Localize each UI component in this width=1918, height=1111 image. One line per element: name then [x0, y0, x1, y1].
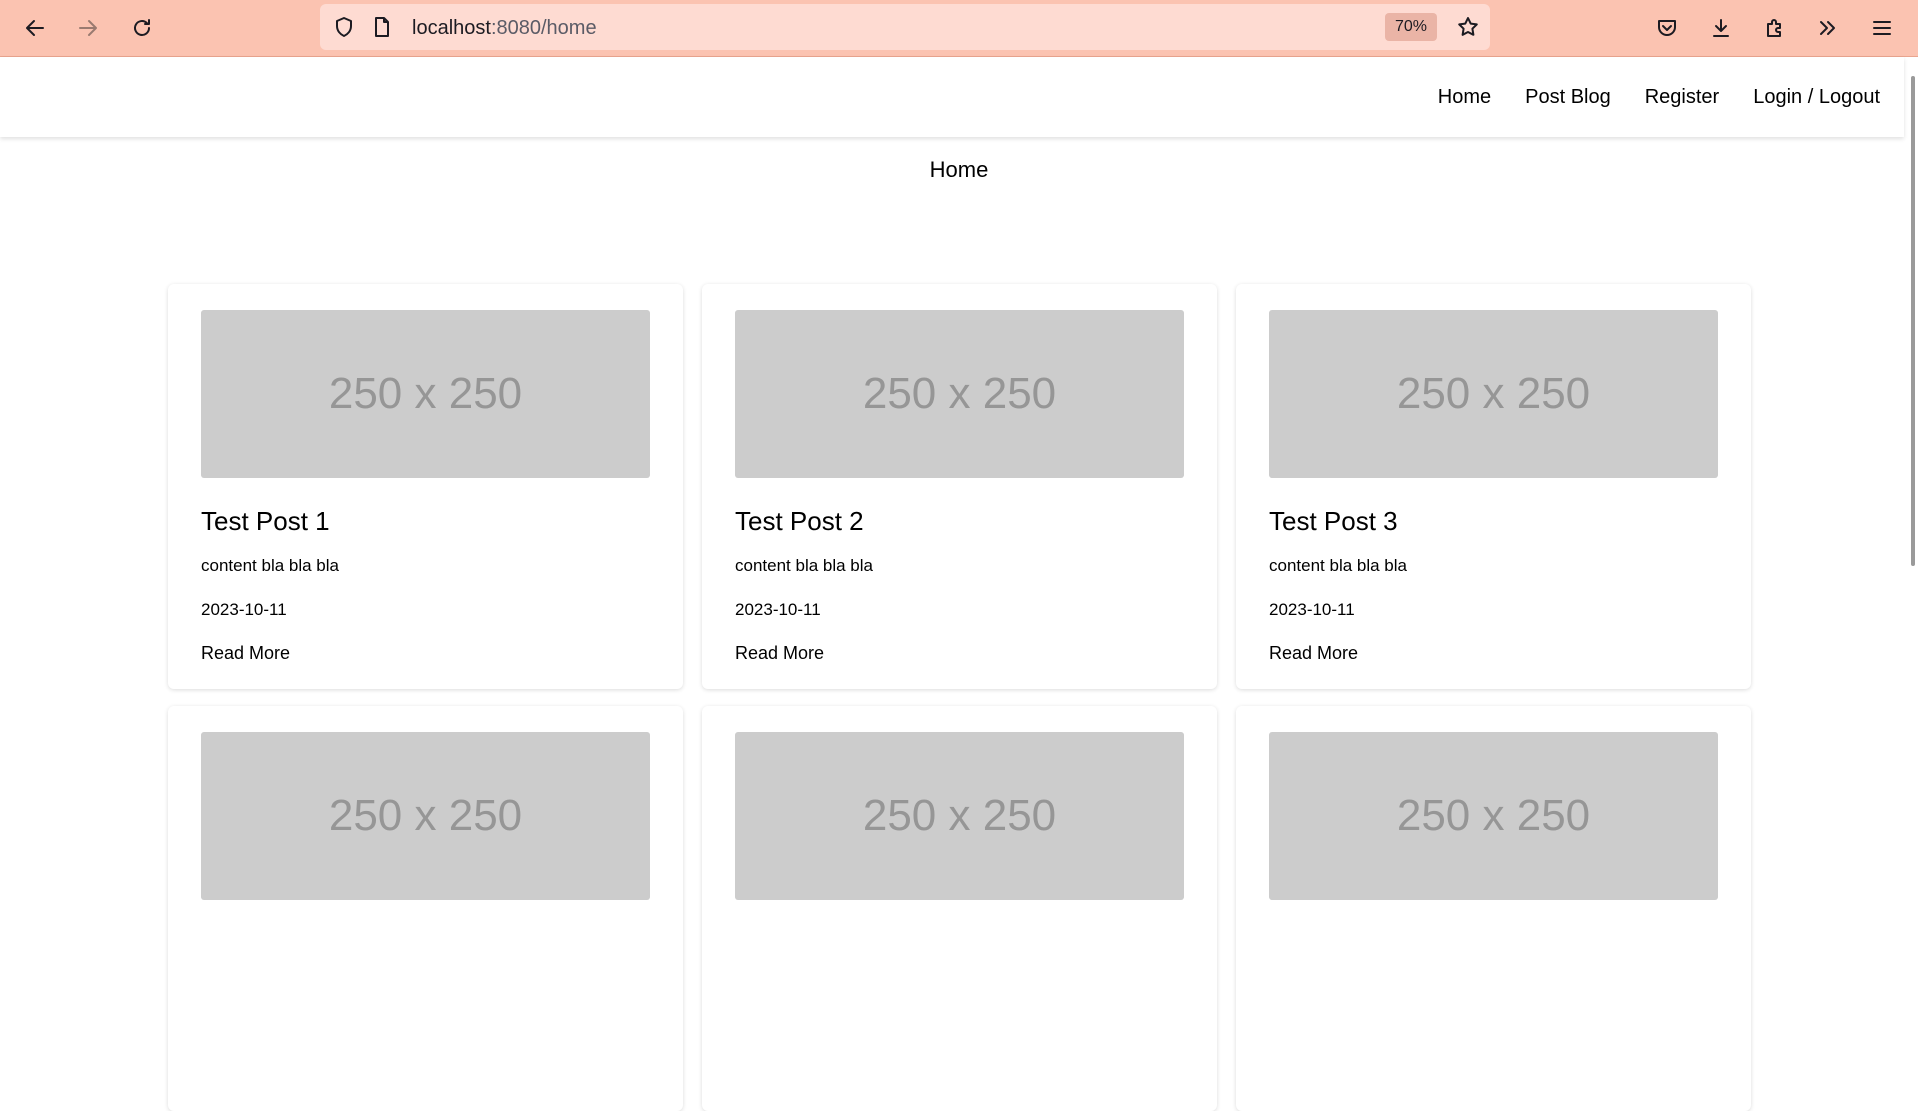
read-more-link[interactable]: Read More — [735, 643, 824, 664]
downloads-button[interactable] — [1703, 10, 1739, 46]
star-icon[interactable] — [1456, 15, 1480, 39]
post-date: 2023-10-11 — [201, 600, 287, 619]
post-card: 250 x 250 — [702, 706, 1217, 1111]
nav-post-blog-link[interactable]: Post Blog — [1525, 86, 1611, 109]
post-card: 250 x 250 — [1236, 706, 1751, 1111]
url-bar[interactable]: localhost:8080/home 70% — [320, 4, 1490, 50]
post-content: content bla bla bla — [201, 556, 339, 575]
extensions-button[interactable] — [1757, 10, 1793, 46]
post-title: Test Post 2 — [735, 506, 864, 536]
nav-register-link[interactable]: Register — [1645, 86, 1719, 109]
posts-grid: 250 x 250 Test Post 1 content bla bla bl… — [168, 284, 1751, 1111]
nav-home-link[interactable]: Home — [1438, 86, 1491, 109]
post-image-placeholder: 250 x 250 — [735, 310, 1184, 478]
post-image-placeholder: 250 x 250 — [1269, 310, 1718, 478]
download-icon — [1713, 19, 1729, 37]
post-card: 250 x 250 Test Post 1 content bla bla bl… — [168, 284, 683, 689]
nav-links: Home Post Blog Register Login / Logout — [1438, 57, 1880, 137]
hamburger-icon — [1873, 21, 1891, 35]
arrow-right-icon — [79, 20, 97, 36]
browser-toolbar: localhost:8080/home 70% — [0, 0, 1918, 57]
menu-button[interactable] — [1864, 10, 1900, 46]
read-more-link[interactable]: Read More — [201, 643, 290, 664]
post-image-placeholder: 250 x 250 — [201, 310, 650, 478]
post-image-placeholder: 250 x 250 — [201, 732, 650, 900]
arrow-left-icon — [26, 20, 44, 36]
post-date: 2023-10-11 — [1269, 600, 1355, 619]
post-card: 250 x 250 — [168, 706, 683, 1111]
read-more-link[interactable]: Read More — [1269, 643, 1358, 664]
pocket-icon — [1658, 20, 1676, 36]
url-path: :8080/home — [490, 17, 597, 39]
post-content: content bla bla bla — [1269, 556, 1407, 575]
nav-login-logout-link[interactable]: Login / Logout — [1753, 86, 1880, 109]
post-card: 250 x 250 Test Post 2 content bla bla bl… — [702, 284, 1217, 689]
chevrons-right-icon — [1820, 21, 1835, 35]
zoom-level[interactable]: 70% — [1385, 13, 1437, 41]
puzzle-icon — [1767, 19, 1781, 37]
post-content: content bla bla bla — [735, 556, 873, 575]
page-scrollbar[interactable] — [1911, 76, 1915, 566]
url-text[interactable]: localhost:8080/home — [412, 16, 597, 40]
url-host: localhost — [412, 17, 491, 39]
post-title: Test Post 1 — [201, 506, 330, 536]
post-image-placeholder: 250 x 250 — [1269, 732, 1718, 900]
post-card: 250 x 250 Test Post 3 content bla bla bl… — [1236, 284, 1751, 689]
back-button[interactable] — [17, 10, 53, 46]
reload-icon — [134, 19, 150, 36]
shield-icon[interactable] — [332, 15, 356, 39]
post-date: 2023-10-11 — [735, 600, 821, 619]
site-navbar: Home Post Blog Register Login / Logout — [0, 57, 1904, 137]
page-icon[interactable] — [370, 15, 394, 39]
post-image-placeholder: 250 x 250 — [735, 732, 1184, 900]
forward-button[interactable] — [70, 10, 106, 46]
reload-button[interactable] — [124, 10, 160, 46]
post-title: Test Post 3 — [1269, 506, 1398, 536]
page-title: Home — [929, 157, 989, 182]
pocket-button[interactable] — [1649, 10, 1685, 46]
more-tools-button[interactable] — [1810, 10, 1846, 46]
